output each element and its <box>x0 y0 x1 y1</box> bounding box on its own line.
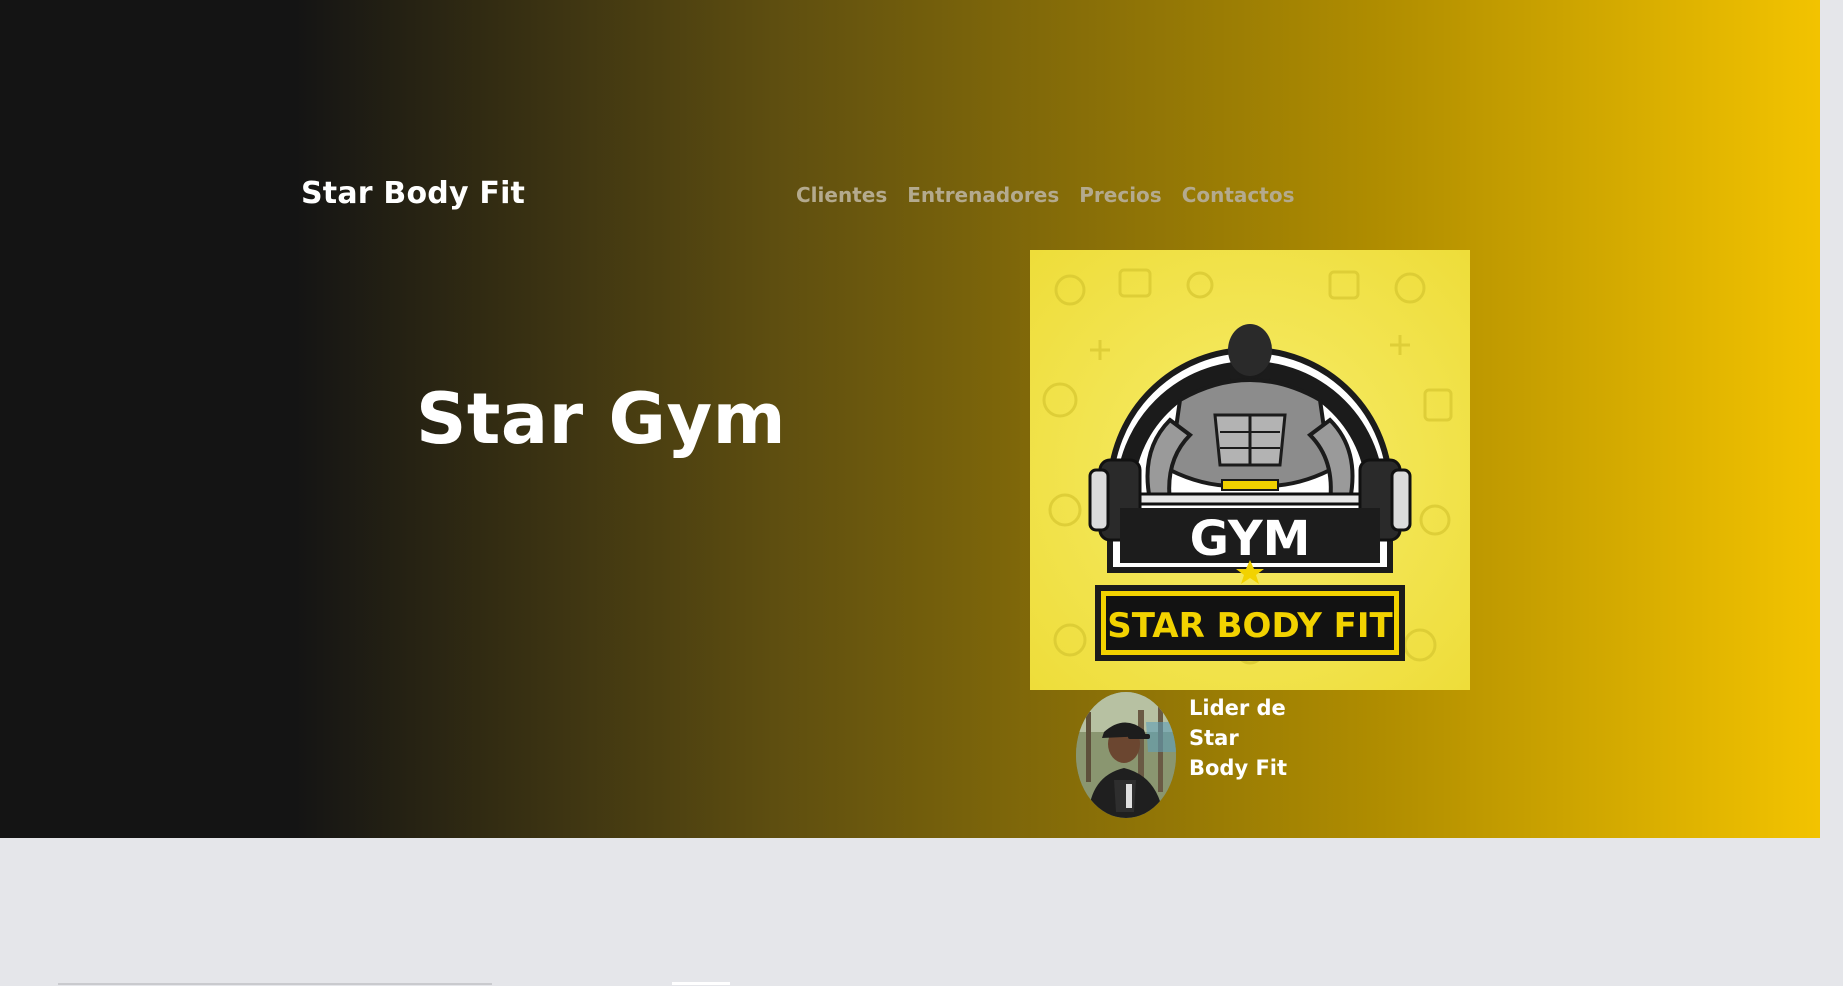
nav-item-contactos[interactable]: Contactos <box>1182 183 1295 207</box>
next-section <box>0 838 1843 986</box>
leader-caption: Lider de Star Body Fit <box>1189 696 1288 780</box>
divider <box>672 982 730 985</box>
main-nav: Clientes Entrenadores Precios Contactos <box>796 183 1294 207</box>
nav-item-entrenadores[interactable]: Entrenadores <box>907 183 1059 207</box>
leader-avatar <box>1076 692 1176 818</box>
logo-top-text: GYM <box>1190 511 1311 567</box>
hero-headline: Star Gym <box>416 378 787 460</box>
nav-item-precios[interactable]: Precios <box>1079 183 1161 207</box>
avatar-photo-icon <box>1076 692 1176 818</box>
logo-bottom-text: STAR BODY FIT <box>1107 606 1393 646</box>
nav-item-clientes[interactable]: Clientes <box>796 183 887 207</box>
divider <box>58 983 492 985</box>
hero-section: Star Body Fit Clientes Entrenadores Prec… <box>0 0 1843 838</box>
brand-logo-text[interactable]: Star Body Fit <box>301 176 525 211</box>
gym-logo-image: GYM STAR BODY FIT <box>1030 250 1470 690</box>
gym-logo-emblem-icon: GYM STAR BODY FIT <box>1030 250 1470 690</box>
